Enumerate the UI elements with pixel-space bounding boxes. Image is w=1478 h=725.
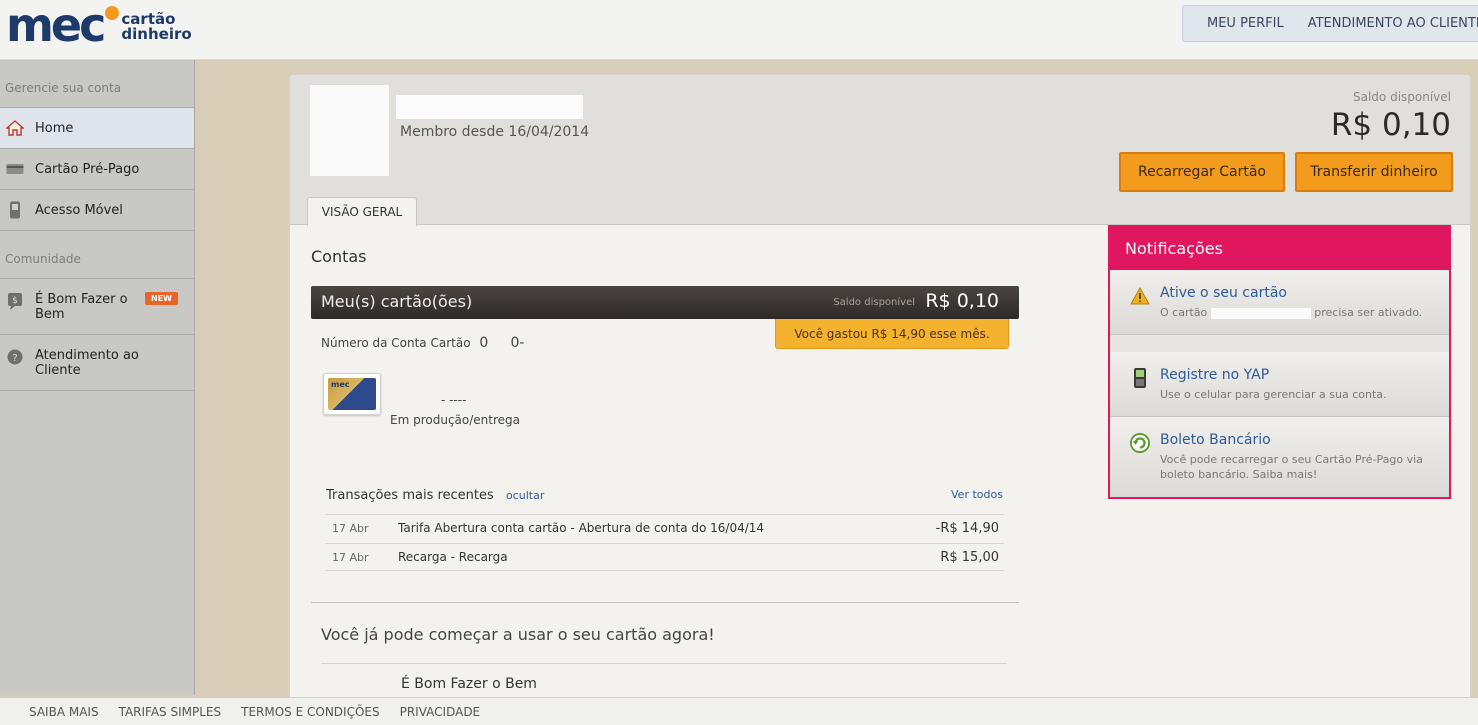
sidebar: Gerencie sua conta Home Cartão Pré-Pago … bbox=[0, 60, 195, 695]
notification-yap[interactable]: Registre no YAP Use o celular para geren… bbox=[1110, 352, 1449, 417]
divider bbox=[311, 602, 1019, 603]
money-icon: $ bbox=[6, 292, 24, 310]
see-all-link[interactable]: Ver todos bbox=[951, 488, 1003, 501]
home-icon bbox=[6, 119, 24, 137]
cards-bar-saldo-value: R$ 0,10 bbox=[925, 290, 999, 312]
recarregar-cartao-button[interactable]: Recarregar Cartão bbox=[1119, 152, 1285, 192]
spent-notice: Você gastou R$ 14,90 esse mês. bbox=[775, 319, 1009, 349]
divider bbox=[321, 663, 1007, 664]
transaction-amount: R$ 15,00 bbox=[940, 550, 999, 565]
notification-title: Boleto Bancário bbox=[1160, 432, 1271, 448]
avatar bbox=[310, 85, 389, 176]
sidebar-section-account: Gerencie sua conta bbox=[0, 60, 194, 108]
transaction-date: 17 Abr bbox=[332, 551, 369, 564]
tab-visao-geral[interactable]: VISÃO GERAL bbox=[307, 197, 417, 226]
sidebar-item-bom-fazer[interactable]: $ É Bom Fazer o Bem NEW bbox=[0, 279, 194, 335]
nav-meu-perfil[interactable]: MEU PERFIL bbox=[1183, 16, 1284, 31]
sidebar-item-atendimento[interactable]: ? Atendimento ao Cliente bbox=[0, 335, 194, 391]
header: mec cartão dinheiro MEU PERFIL ATENDIMEN… bbox=[0, 0, 1478, 60]
table-row[interactable]: 17 Abr Tarifa Abertura conta cartão - Ab… bbox=[325, 514, 1004, 542]
bom-fazer-link[interactable]: É Bom Fazer o Bem bbox=[401, 676, 537, 692]
saldo-value: R$ 0,10 bbox=[1330, 107, 1451, 143]
cards-bar-saldo-label: Saldo disponível bbox=[833, 297, 915, 308]
transaction-description: Recarga - Recarga bbox=[398, 550, 508, 564]
footer-saiba-mais[interactable]: SAIBA MAIS bbox=[29, 705, 99, 719]
notification-title: Ative o seu cartão bbox=[1160, 285, 1287, 301]
conta-number-value: 0 0- bbox=[479, 335, 525, 351]
sidebar-item-label: Atendimento ao Cliente bbox=[35, 348, 139, 378]
refresh-icon bbox=[1130, 433, 1150, 453]
transaction-description: Tarifa Abertura conta cartão - Abertura … bbox=[398, 521, 765, 535]
start-using-heading: Você já pode começar a usar o seu cartão… bbox=[321, 625, 715, 644]
notification-title: Registre no YAP bbox=[1160, 367, 1270, 383]
transferir-dinheiro-button[interactable]: Transferir dinheiro bbox=[1295, 152, 1453, 192]
transactions-title: Transações mais recentes bbox=[326, 488, 494, 503]
warning-icon bbox=[1130, 286, 1150, 306]
cards-bar-title: Meu(s) cartão(ões) bbox=[321, 292, 473, 311]
sidebar-item-label: Cartão Pré-Pago bbox=[35, 161, 140, 177]
sidebar-item-home[interactable]: Home bbox=[0, 108, 194, 149]
svg-text:?: ? bbox=[12, 353, 17, 364]
sidebar-item-cartao[interactable]: Cartão Pré-Pago bbox=[0, 149, 194, 190]
phone-icon bbox=[1130, 368, 1150, 388]
main-panel: Membro desde 16/04/2014 Saldo disponível… bbox=[289, 74, 1471, 699]
logo[interactable]: mec cartão dinheiro bbox=[6, 2, 192, 50]
user-name-redacted bbox=[396, 95, 583, 119]
notification-text-after: precisa ser ativado. bbox=[1314, 306, 1423, 319]
notifications-title: Notificações bbox=[1110, 227, 1449, 270]
transaction-amount: -R$ 14,90 bbox=[935, 521, 999, 536]
card-number-redacted bbox=[1210, 307, 1311, 319]
notification-boleto[interactable]: Boleto Bancário Você pode recarregar o s… bbox=[1110, 417, 1449, 497]
contas-title: Contas bbox=[311, 247, 367, 266]
cards-bar: Meu(s) cartão(ões) Saldo disponível R$ 0… bbox=[311, 286, 1019, 319]
notification-text: Use o celular para gerenciar a sua conta… bbox=[1160, 388, 1387, 401]
help-icon: ? bbox=[6, 348, 24, 366]
new-badge: NEW bbox=[145, 292, 178, 305]
notification-text-before: O cartão bbox=[1160, 306, 1208, 319]
sidebar-section-community: Comunidade bbox=[0, 231, 194, 279]
card-status: Em produção/entrega bbox=[390, 413, 520, 427]
card-thumbnail[interactable]: mec bbox=[323, 373, 381, 415]
card-number: - ---- bbox=[441, 393, 467, 407]
hide-transactions-link[interactable]: ocultar bbox=[506, 489, 544, 502]
conta-number-label: Número da Conta Cartão bbox=[321, 336, 471, 350]
footer-tarifas[interactable]: TARIFAS SIMPLES bbox=[119, 705, 222, 719]
notification-text: O cartão precisa ser ativado. bbox=[1160, 305, 1438, 320]
transaction-date: 17 Abr bbox=[332, 522, 369, 535]
mobile-icon bbox=[6, 201, 24, 219]
svg-text:$: $ bbox=[12, 296, 18, 306]
profile-header: Membro desde 16/04/2014 Saldo disponível… bbox=[290, 75, 1470, 225]
card-brand: mec bbox=[331, 380, 350, 389]
footer-termos[interactable]: TERMOS E CONDIÇÕES bbox=[241, 705, 379, 719]
footer-privacidade[interactable]: PRIVACIDADE bbox=[400, 705, 481, 719]
saldo-label: Saldo disponível bbox=[1353, 90, 1451, 104]
sidebar-item-label: É Bom Fazer o Bem bbox=[35, 292, 128, 322]
footer: SAIBA MAIS TARIFAS SIMPLES TERMOS E COND… bbox=[0, 697, 1478, 725]
nav-atendimento[interactable]: ATENDIMENTO AO CLIENTE bbox=[1284, 16, 1478, 31]
notification-text: Você pode recarregar o seu Cartão Pré-Pa… bbox=[1160, 453, 1423, 481]
notifications-panel: Notificações Ative o seu cartão O cartão… bbox=[1108, 225, 1451, 499]
card-image: mec bbox=[328, 378, 376, 410]
top-navigation: MEU PERFIL ATENDIMENTO AO CLIENTE bbox=[1182, 5, 1478, 42]
card-icon bbox=[6, 160, 24, 178]
logo-dot bbox=[105, 6, 120, 20]
member-since: Membro desde 16/04/2014 bbox=[400, 124, 590, 140]
table-row[interactable]: 17 Abr Recarga - Recarga R$ 15,00 bbox=[325, 543, 1004, 571]
conta-number: Número da Conta Cartão 0 0- bbox=[321, 335, 524, 351]
sidebar-item-label: Home bbox=[35, 120, 74, 136]
notification-ative-cartao[interactable]: Ative o seu cartão O cartão precisa ser … bbox=[1110, 270, 1449, 335]
logo-subtitle: cartão dinheiro bbox=[121, 10, 192, 43]
sidebar-item-label: Acesso Móvel bbox=[35, 202, 123, 218]
logo-word: mec bbox=[6, 0, 106, 52]
sidebar-item-acesso-movel[interactable]: Acesso Móvel bbox=[0, 190, 194, 231]
